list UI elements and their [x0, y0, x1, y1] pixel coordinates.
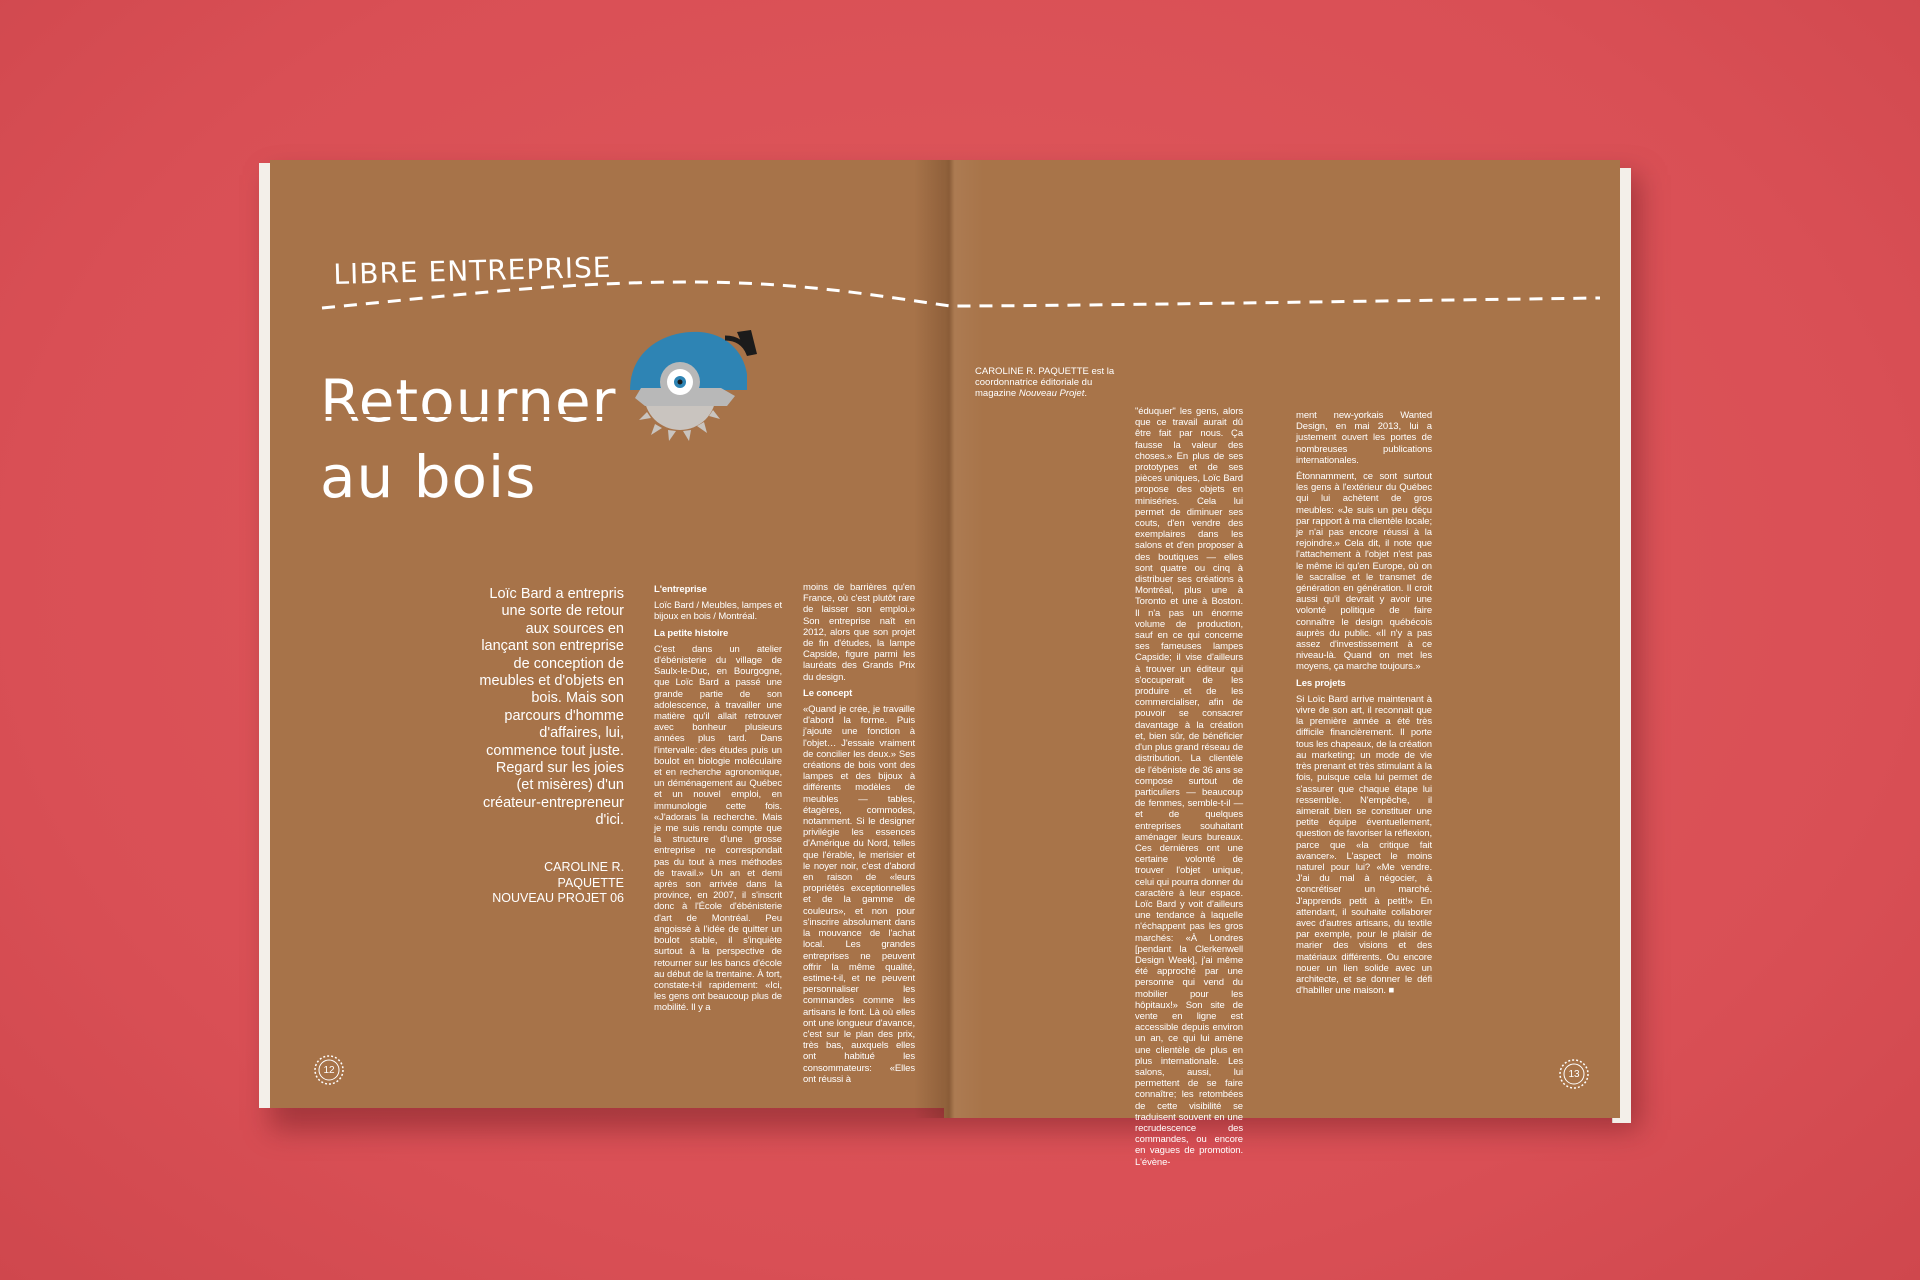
article-column-1: L'entreprise Loïc Bard / Meubles, lampes…	[654, 584, 782, 1019]
dashed-cut-line	[321, 280, 1601, 310]
author-note-magazine: Nouveau Projet	[1018, 388, 1085, 400]
byline-name-1: CAROLINE R.	[544, 860, 624, 874]
page-number-right: 13	[1558, 1058, 1590, 1090]
article-column-3: "éduquer" les gens, alors que ce travail…	[1135, 406, 1243, 1173]
article-column-4: ment new-yorkais Wanted Design, en mai 2…	[1296, 410, 1432, 1001]
page-number-left: 12	[313, 1054, 345, 1086]
headline-line-2: au bois	[320, 443, 537, 511]
circular-saw-icon	[630, 330, 757, 441]
paragraph: Étonnamment, ce sont surtout les gens à …	[1296, 471, 1432, 673]
author-note-name: CAROLINE R. PAQUETTE	[975, 366, 1089, 377]
paragraph: C'est dans un atelier d'ébénisterie du v…	[654, 643, 782, 1014]
headline-cut-mark	[318, 414, 618, 417]
headline-line-1: Retourner	[320, 367, 617, 435]
paragraph: moins de barrières qu'en France, où c'es…	[803, 582, 915, 683]
article-column-2: moins de barrières qu'en France, où c'es…	[803, 582, 915, 1090]
author-note: CAROLINE R. PAQUETTE est la coordonnatri…	[975, 366, 1115, 400]
subheading-projets: Les projets	[1296, 677, 1346, 689]
magazine-scene: LIBRE ENTREPRISE Retourner au bois Loïc …	[0, 0, 1920, 1280]
subheading-entreprise: L'entreprise	[654, 584, 707, 595]
byline-issue: NOUVEAU PROJET 06	[492, 891, 624, 905]
page-number-right-text: 13	[1568, 1068, 1580, 1080]
paragraph: «Quand je crée, je travaille d'abord la …	[803, 704, 915, 1085]
subheading-histoire: La petite histoire	[654, 627, 729, 639]
page-number-left-text: 12	[323, 1064, 335, 1076]
subheading-concept: Le concept	[803, 687, 853, 699]
author-note-end: .	[1084, 388, 1087, 400]
paragraph: Loïc Bard / Meubles, lampes et bijoux en…	[654, 600, 782, 623]
paragraph: "éduquer" les gens, alors que ce travail…	[1135, 406, 1243, 1168]
byline: CAROLINE R. PAQUETTE NOUVEAU PROJET 06	[478, 860, 624, 907]
paragraph: ment new-yorkais Wanted Design, en mai 2…	[1296, 410, 1432, 466]
byline-name-2: PAQUETTE	[557, 875, 624, 890]
intro-text: Loïc Bard a entrepris une sorte de retou…	[479, 586, 624, 829]
paragraph: Si Loïc Bard arrive maintenant à vivre d…	[1296, 693, 1432, 997]
